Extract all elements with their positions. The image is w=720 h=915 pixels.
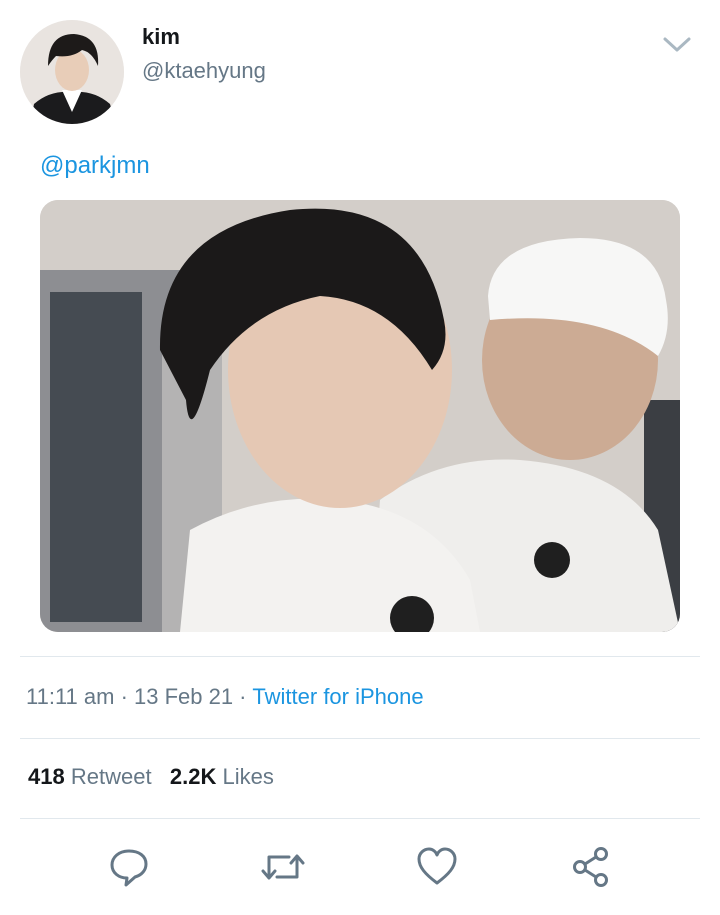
avatar[interactable] — [20, 20, 124, 124]
likes-count: 2.2K — [169, 764, 217, 789]
likes-label: Likes — [222, 764, 274, 789]
tweet-header: kim @ktaehyung — [0, 0, 720, 130]
retweet-count: 418 — [28, 764, 65, 789]
mention-link[interactable]: @parkjmn — [40, 152, 150, 180]
share-icon[interactable] — [566, 842, 616, 892]
user-handle[interactable]: @ktaehyung — [142, 58, 266, 84]
divider — [20, 738, 700, 739]
divider — [20, 656, 700, 657]
retweet-label: Retweet — [70, 764, 152, 789]
source-link[interactable]: Twitter for iPhone — [252, 684, 423, 709]
display-name[interactable]: kim — [142, 24, 180, 50]
meta-separator: · — [239, 684, 247, 709]
tweet-meta: 11:11 am · 13 Feb 21 · Twitter for iPhone — [26, 684, 424, 710]
likes-stat[interactable]: 2.2K Likes — [170, 764, 274, 789]
timestamp[interactable]: 11:11 am · 13 Feb 21 — [26, 684, 233, 709]
retweet-icon[interactable] — [258, 842, 308, 892]
tweet-photo[interactable] — [40, 200, 680, 632]
heart-icon[interactable] — [412, 842, 462, 892]
reply-icon[interactable] — [104, 842, 154, 892]
tweet-stats: 418 Retweet 2.2K Likes — [28, 764, 274, 790]
chevron-down-icon[interactable] — [660, 30, 694, 60]
retweet-stat[interactable]: 418 Retweet — [28, 764, 152, 789]
divider — [20, 818, 700, 819]
